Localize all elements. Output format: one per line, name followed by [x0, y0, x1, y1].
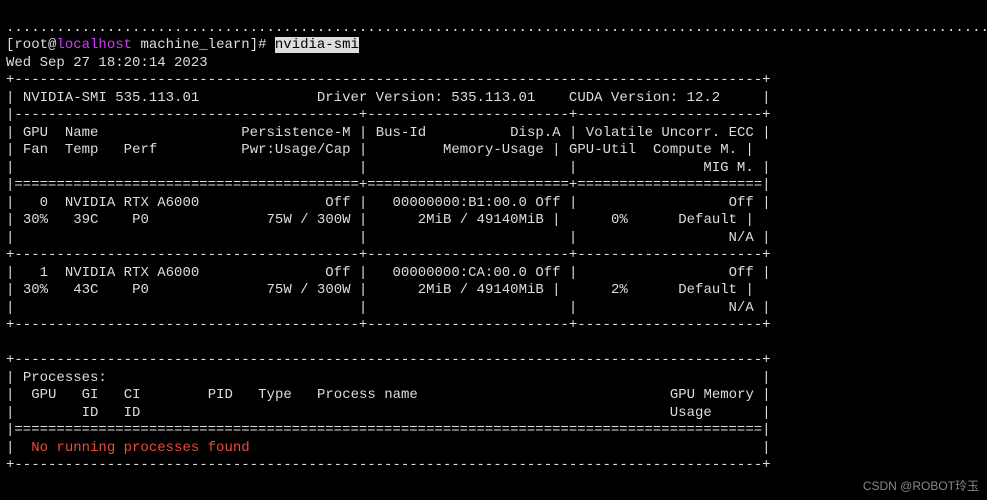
proc-header-2: | ID ID Usage |: [6, 405, 771, 421]
header-row: | NVIDIA-SMI 535.113.01 Driver Version: …: [6, 90, 771, 106]
col-header-3: | | | MIG M. |: [6, 160, 771, 176]
col-header-1: | GPU Name Persistence-M | Bus-Id Disp.A…: [6, 125, 771, 141]
gpu-row-0-3: | | | N/A |: [6, 230, 771, 246]
table-border: +---------------------------------------…: [6, 317, 771, 333]
gpu-row-1-1: | 1 NVIDIA RTX A6000 Off | 00000000:CA:0…: [6, 265, 771, 281]
command-input[interactable]: nvidia-smi: [275, 37, 359, 53]
gpu-row-0-1: | 0 NVIDIA RTX A6000 Off | 00000000:B1:0…: [6, 195, 771, 211]
gpu-row-1-3: | | | N/A |: [6, 300, 771, 316]
proc-title: | Processes: |: [6, 370, 771, 386]
watermark: CSDN @ROBOT玲玉: [863, 479, 979, 494]
table-border: |=======================================…: [6, 177, 771, 193]
proc-header-1: | GPU GI CI PID Type Process name GPU Me…: [6, 387, 771, 403]
table-border: +---------------------------------------…: [6, 352, 771, 368]
gpu-row-0-2: | 30% 39C P0 75W / 300W | 2MiB / 49140Mi…: [6, 212, 754, 228]
proc-none: | No running processes found |: [6, 440, 771, 456]
gpu-row-1-2: | 30% 43C P0 75W / 300W | 2MiB / 49140Mi…: [6, 282, 754, 298]
table-border: |=======================================…: [6, 422, 771, 438]
col-header-2: | Fan Temp Perf Pwr:Usage/Cap | Memory-U…: [6, 142, 754, 158]
blank-line: [6, 335, 14, 351]
prompt-line: [root@localhost machine_learn]# nvidia-s…: [6, 37, 359, 53]
terminal-output: ........................................…: [0, 0, 987, 477]
timestamp-line: Wed Sep 27 18:20:14 2023: [6, 55, 208, 71]
table-border: |---------------------------------------…: [6, 107, 771, 123]
table-border: +---------------------------------------…: [6, 457, 771, 473]
table-border: +---------------------------------------…: [6, 247, 771, 263]
dots-line: ........................................…: [6, 20, 987, 36]
table-border: +---------------------------------------…: [6, 72, 771, 88]
